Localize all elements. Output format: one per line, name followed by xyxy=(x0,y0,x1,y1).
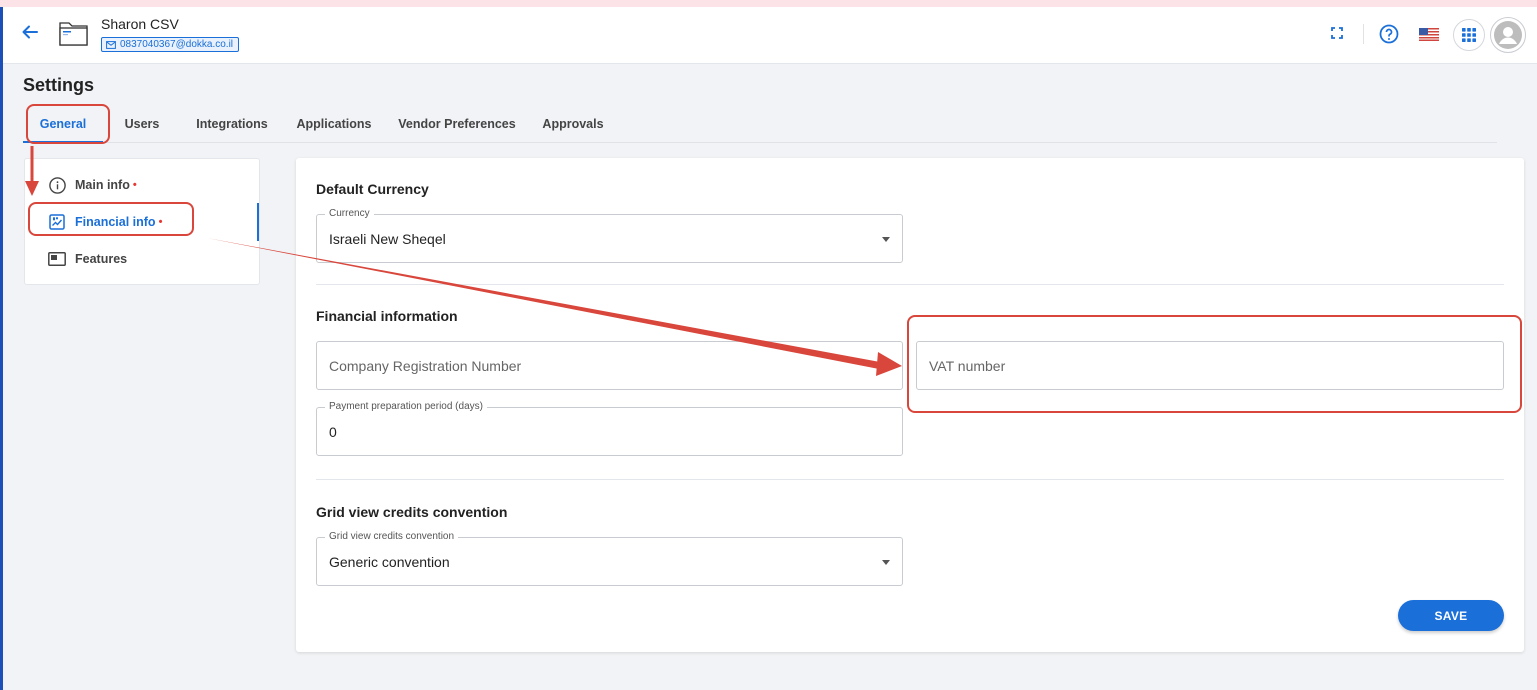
grid-view-credits-title: Grid view credits convention xyxy=(316,504,508,520)
tab-users[interactable]: Users xyxy=(117,105,167,143)
active-tab-indicator xyxy=(23,141,103,143)
vat-number-placeholder: VAT number xyxy=(929,357,1006,374)
payment-preparation-period-label: Payment preparation period (days) xyxy=(325,400,487,414)
vat-number-input[interactable]: VAT number xyxy=(916,341,1504,390)
dropdown-caret-icon xyxy=(882,559,890,565)
company-folder-icon xyxy=(58,19,90,49)
info-icon xyxy=(48,176,66,194)
tab-applications[interactable]: Applications xyxy=(289,105,379,143)
top-banner-strip xyxy=(0,0,1537,7)
currency-value: Israeli New Sheqel xyxy=(329,230,446,247)
grid-view-credits-select[interactable]: Grid view credits convention Generic con… xyxy=(316,530,903,586)
tab-general[interactable]: General xyxy=(23,105,103,143)
page-title: Settings xyxy=(23,75,95,95)
left-accent-bar xyxy=(0,7,3,690)
payment-preparation-period-value: 0 xyxy=(329,423,337,440)
financial-icon xyxy=(48,213,66,231)
payment-preparation-period-input[interactable]: Payment preparation period (days) 0 xyxy=(316,400,903,456)
financial-information-title: Financial information xyxy=(316,308,458,324)
header-divider xyxy=(1363,24,1364,44)
section-divider xyxy=(316,284,1504,285)
us-flag-icon[interactable] xyxy=(1419,28,1439,41)
sidebar-item-label: Features xyxy=(75,252,128,266)
company-registration-number-input[interactable]: Company Registration Number xyxy=(316,341,903,390)
tab-vendor-preferences[interactable]: Vendor Preferences xyxy=(391,105,523,143)
active-side-indicator xyxy=(257,203,259,241)
app-header: Sharon CSV 0837040367@dokka.co.il xyxy=(3,7,1537,64)
user-avatar-icon[interactable] xyxy=(1490,17,1526,53)
apps-grid-icon[interactable] xyxy=(1453,19,1485,51)
financial-info-panel: Default Currency Currency Israeli New Sh… xyxy=(296,158,1524,652)
currency-select[interactable]: Currency Israeli New Sheqel xyxy=(316,207,903,263)
email-text: 0837040367@dokka.co.il xyxy=(120,39,234,50)
company-registration-placeholder: Company Registration Number xyxy=(329,357,522,374)
tab-approvals[interactable]: Approvals xyxy=(537,105,609,143)
required-marker: • xyxy=(132,179,137,191)
sidebar-item-label: Main info xyxy=(75,178,130,192)
sidebar-item-features[interactable]: Features xyxy=(25,242,261,276)
section-divider xyxy=(316,479,1504,480)
settings-side-menu: Main info • Financial info • Features xyxy=(24,158,260,285)
features-icon xyxy=(48,250,66,268)
save-button[interactable]: SAVE xyxy=(1398,600,1504,631)
help-icon[interactable] xyxy=(1379,24,1399,44)
mail-icon xyxy=(106,40,116,49)
sidebar-item-main-info[interactable]: Main info • xyxy=(25,168,261,202)
settings-tabs: General Users Integrations Applications … xyxy=(23,105,1497,143)
tab-integrations[interactable]: Integrations xyxy=(187,105,277,143)
dropdown-caret-icon xyxy=(882,236,890,242)
required-marker: • xyxy=(158,216,163,228)
sidebar-item-label: Financial info xyxy=(75,215,156,229)
back-arrow-icon[interactable] xyxy=(21,23,43,45)
default-currency-title: Default Currency xyxy=(316,181,429,197)
company-name: Sharon CSV xyxy=(101,16,179,32)
sidebar-item-financial-info[interactable]: Financial info • xyxy=(25,205,261,239)
grid-view-credits-value: Generic convention xyxy=(329,553,450,570)
fullscreen-icon[interactable] xyxy=(1330,26,1344,40)
email-badge[interactable]: 0837040367@dokka.co.il xyxy=(101,37,240,52)
